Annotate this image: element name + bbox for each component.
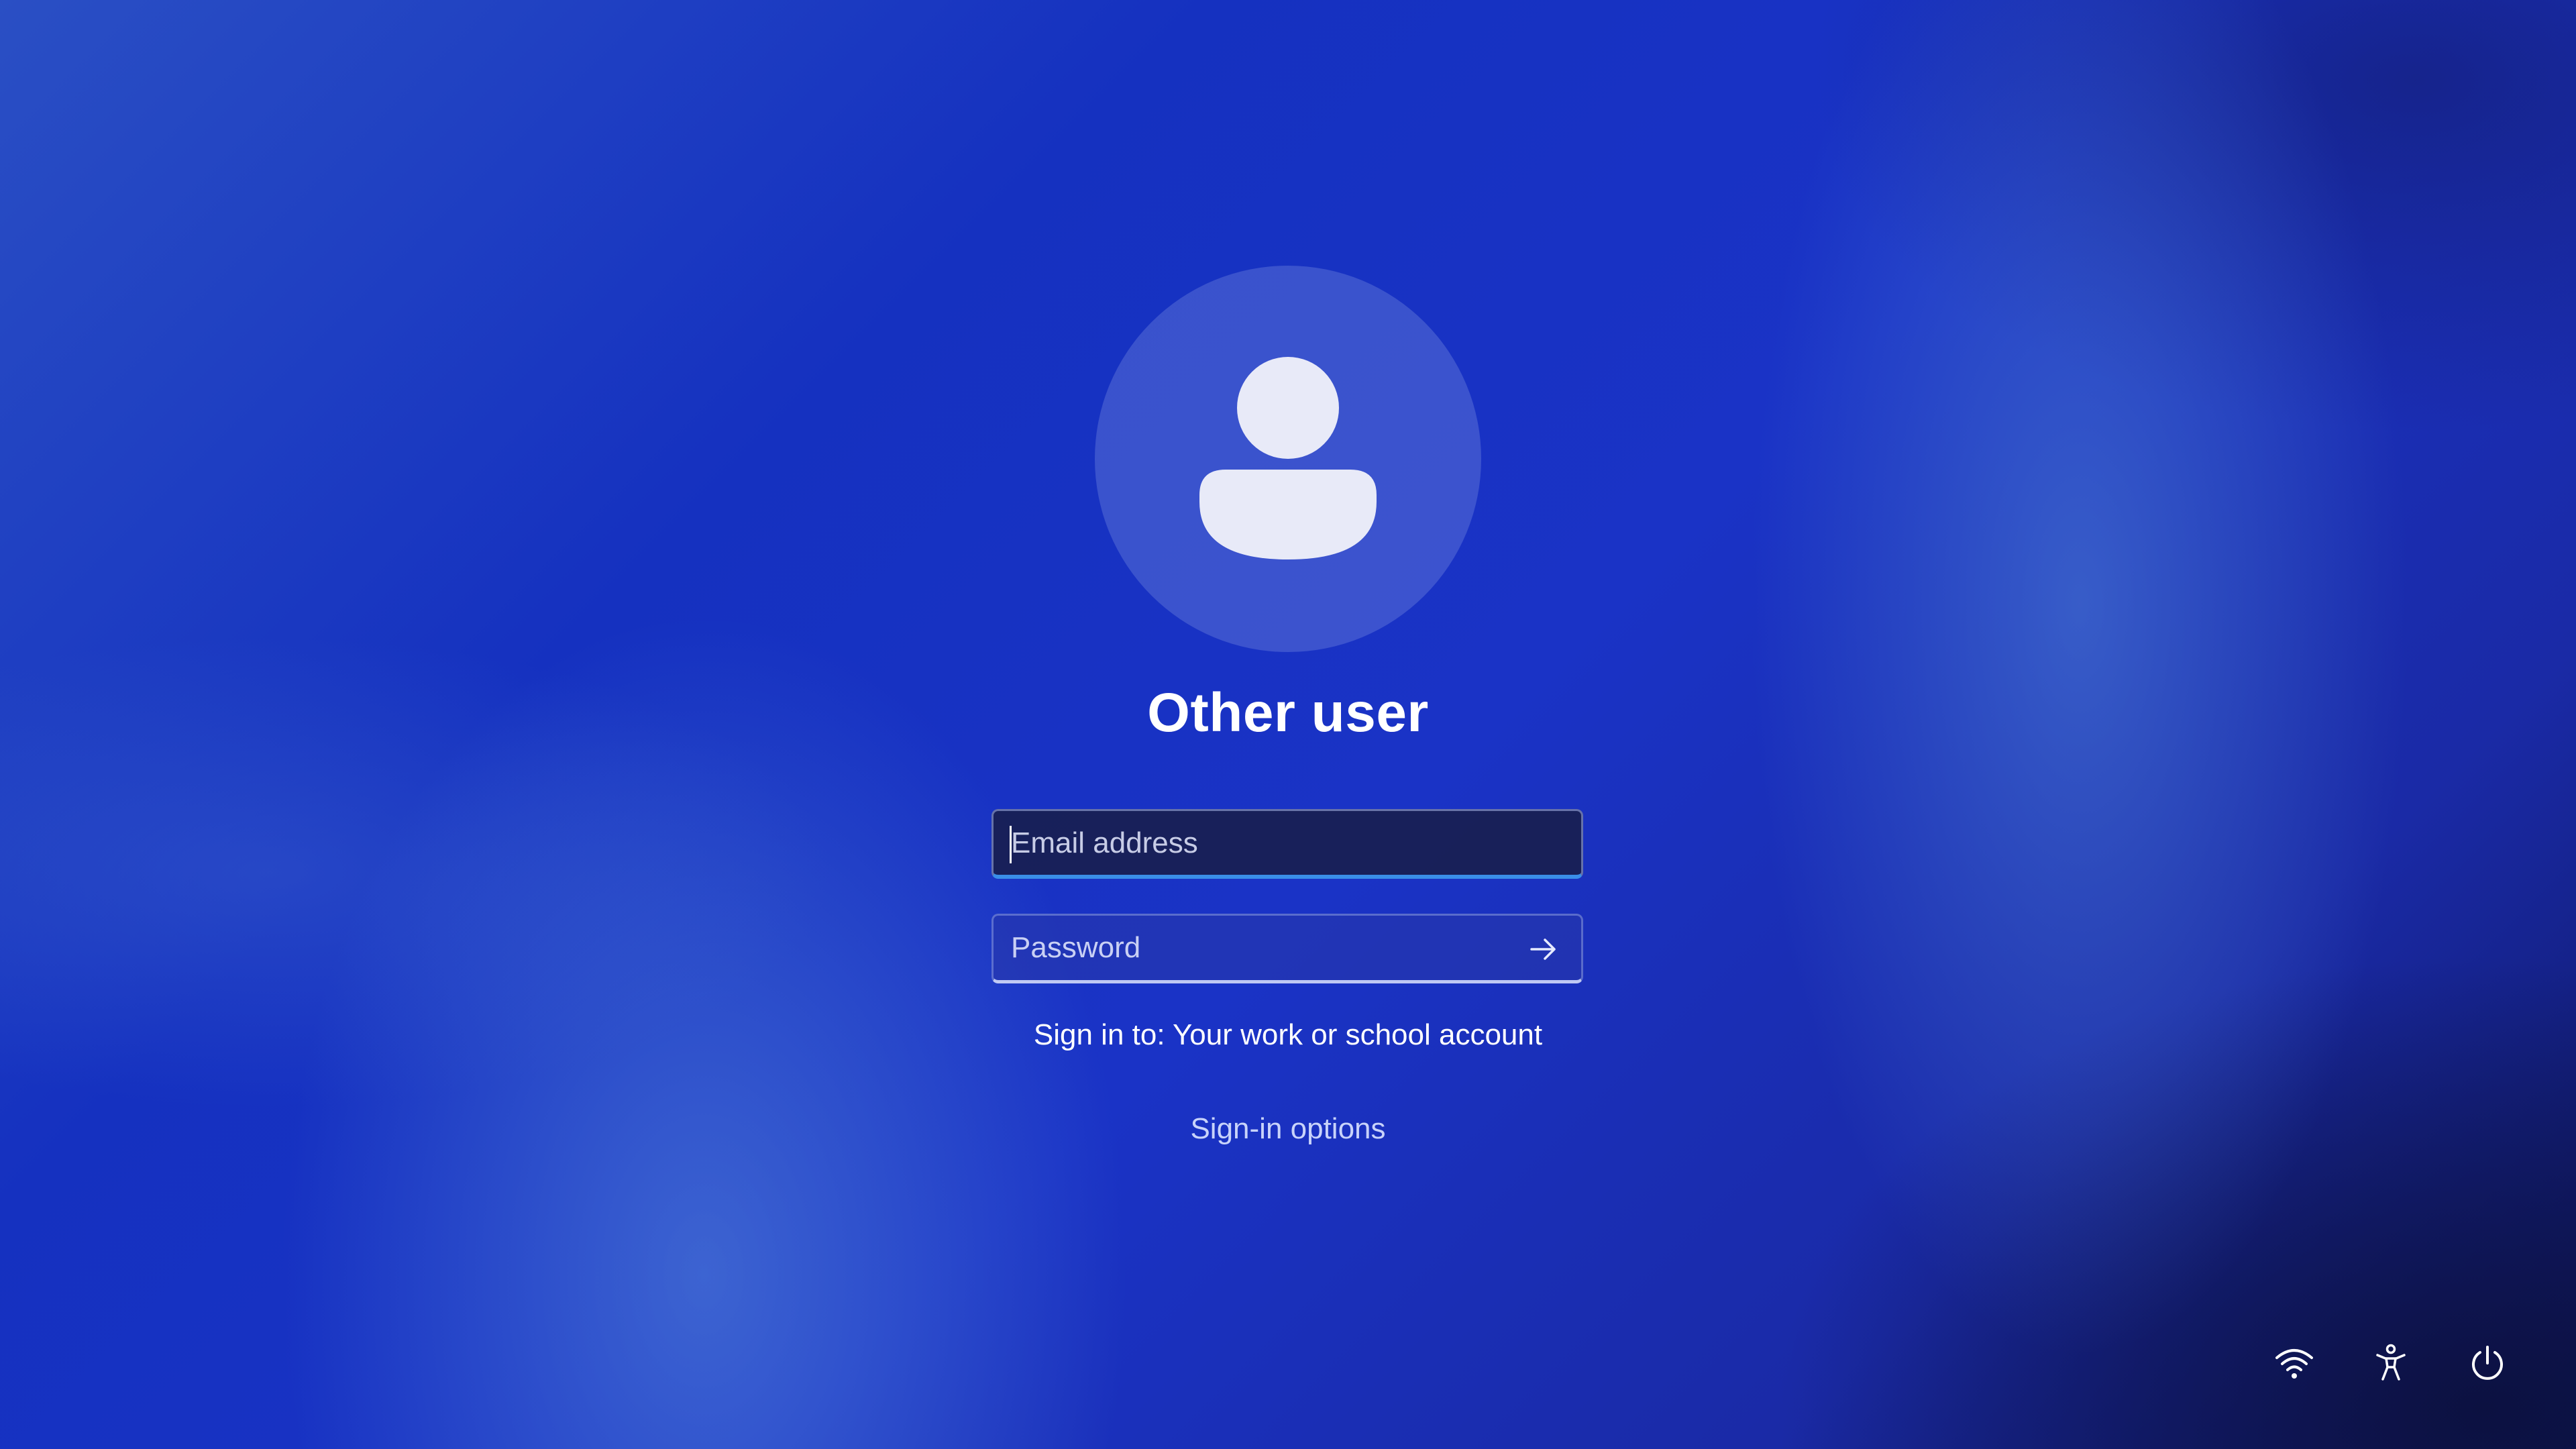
accessibility-icon[interactable] <box>2369 1342 2412 1385</box>
avatar <box>1095 266 1481 652</box>
wifi-icon[interactable] <box>2273 1342 2316 1385</box>
email-field[interactable] <box>994 811 1581 875</box>
sign-in-target-text: Sign in to: Your work or school account <box>1033 1018 1543 1051</box>
password-field[interactable] <box>994 916 1581 980</box>
person-icon <box>1199 357 1377 559</box>
email-field-container[interactable] <box>991 809 1583 879</box>
lock-screen: Other user Sign in to: Your work or scho… <box>0 0 2576 1449</box>
power-icon[interactable] <box>2466 1342 2509 1385</box>
password-field-container[interactable] <box>991 914 1583 983</box>
text-caret <box>1010 826 1012 863</box>
user-name: Other user <box>1147 682 1429 743</box>
arrow-right-icon[interactable] <box>1525 930 1562 968</box>
sign-in-options-link[interactable]: Sign-in options <box>1167 1112 1409 1146</box>
